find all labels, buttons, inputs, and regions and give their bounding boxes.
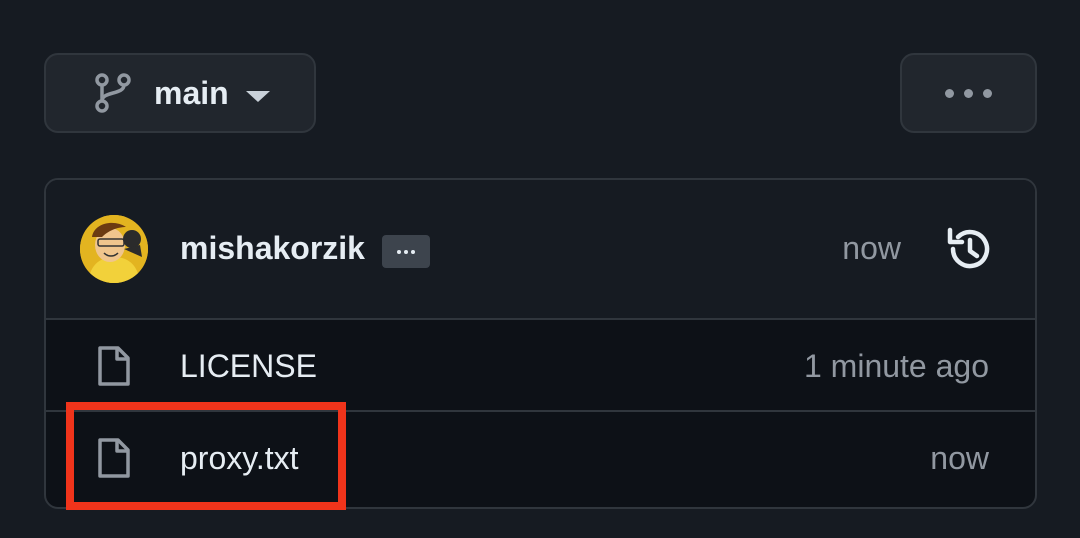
latest-commit-row: mishakorzik now <box>46 180 1035 320</box>
branch-name: main <box>154 75 229 111</box>
git-branch-icon <box>95 73 131 113</box>
file-name[interactable]: proxy.txt <box>180 438 299 478</box>
user-avatar[interactable] <box>80 215 148 283</box>
file-icon <box>98 346 130 386</box>
file-row-proxy[interactable]: proxy.txt now <box>46 412 1035 504</box>
commit-time: now <box>842 230 901 266</box>
commit-author[interactable]: mishakorzik <box>180 228 365 268</box>
triangle-down-icon <box>246 91 270 102</box>
file-name[interactable]: LICENSE <box>180 346 317 386</box>
branch-selector-button[interactable]: main <box>44 53 316 133</box>
expand-commit-message-button[interactable] <box>382 235 430 268</box>
file-row-license[interactable]: LICENSE 1 minute ago <box>46 320 1035 412</box>
more-options-button[interactable] <box>900 53 1037 133</box>
file-list: mishakorzik now LICENSE 1 minute ago pro… <box>44 178 1037 509</box>
history-icon[interactable] <box>944 224 994 274</box>
file-time: now <box>930 440 989 476</box>
file-time: 1 minute ago <box>803 348 989 384</box>
file-icon <box>98 438 130 478</box>
kebab-horizontal-icon <box>945 88 954 98</box>
